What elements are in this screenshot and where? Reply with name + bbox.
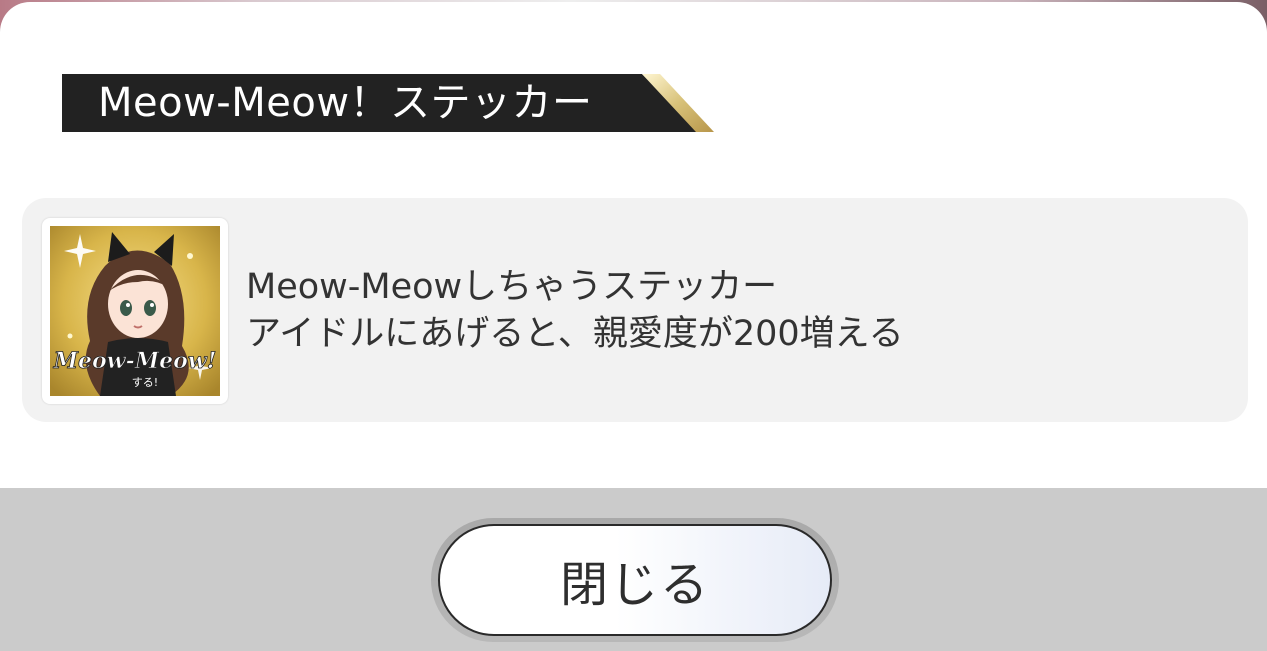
dialog-title: Meow-Meow！ステッカー	[98, 80, 593, 126]
item-description-line2: アイドルにあげると、親愛度が200増える	[246, 314, 904, 354]
close-button-label: 閉じる	[559, 557, 710, 613]
thumbnail-text: Meow-Meow!	[53, 348, 217, 374]
item-thumbnail: Meow-Meow! する!	[42, 218, 228, 404]
title-banner: Meow-Meow！ステッカー	[62, 74, 714, 132]
sticker-card-image: Meow-Meow! する!	[50, 226, 220, 396]
item-description-line1: Meow-Meowしちゃうステッカー	[246, 267, 778, 307]
item-card: Meow-Meow! する! Meow-Meowしちゃうステッカー アイドルにあ…	[22, 198, 1248, 422]
item-description: Meow-Meowしちゃうステッカー アイドルにあげると、親愛度が200増える	[246, 264, 904, 358]
thumbnail-subtext: する!	[132, 376, 158, 389]
close-button[interactable]: 閉じる	[438, 524, 832, 636]
